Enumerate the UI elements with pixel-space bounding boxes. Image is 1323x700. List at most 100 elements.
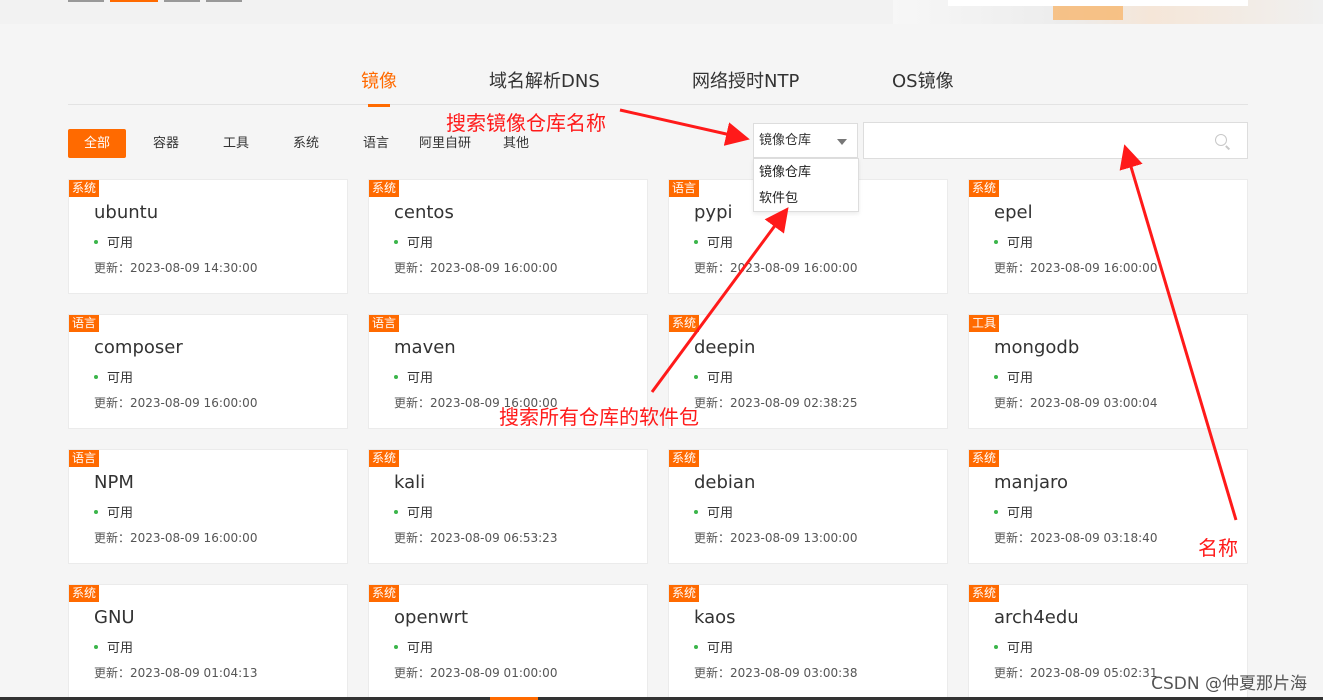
mirror-card[interactable]: 语言 composer 可用 更新：2023-08-09 16:00:00 xyxy=(68,314,348,429)
top-banner-strip xyxy=(0,0,1323,24)
mirror-name: composer xyxy=(94,337,183,358)
search-scope-selected: 镜像仓库 xyxy=(759,133,812,148)
status-dot-icon xyxy=(394,239,398,244)
category-badge: 系统 xyxy=(969,450,1000,467)
status-text: 可用 xyxy=(1007,641,1034,656)
mirror-name: maven xyxy=(394,337,456,358)
status-dot-icon xyxy=(394,644,398,649)
banner-illustration xyxy=(893,0,1323,24)
scope-option-repo[interactable]: 镜像仓库 xyxy=(754,160,858,186)
mirror-card[interactable]: 系统 centos 可用 更新：2023-08-09 16:00:00 xyxy=(368,179,648,294)
status-dot-icon xyxy=(394,509,398,514)
mirror-status: 可用 xyxy=(394,637,433,656)
scope-option-package[interactable]: 软件包 xyxy=(754,186,858,212)
status-text: 可用 xyxy=(1007,506,1034,521)
watermark: CSDN @仲夏那片海 xyxy=(1151,674,1307,694)
mirror-name: arch4edu xyxy=(994,607,1079,628)
status-text: 可用 xyxy=(107,641,134,656)
search-icon[interactable] xyxy=(1215,134,1227,146)
annotation-name: 名称 xyxy=(1198,536,1238,560)
mirror-updated: 更新：2023-08-09 05:02:31 xyxy=(994,666,1158,680)
category-badge: 系统 xyxy=(69,180,100,197)
banner-line xyxy=(206,0,242,2)
status-dot-icon xyxy=(94,509,98,514)
category-badge: 系统 xyxy=(969,180,1000,197)
mirror-name: pypi xyxy=(694,202,733,223)
mirror-status: 可用 xyxy=(94,637,133,656)
main-tabs: 镜像 域名解析DNS 网络授时NTP OS镜像 xyxy=(68,60,1248,107)
category-badge: 语言 xyxy=(69,315,100,332)
category-badge: 工具 xyxy=(969,315,1000,332)
mirror-status: 可用 xyxy=(994,502,1033,521)
status-text: 可用 xyxy=(1007,236,1034,251)
mirror-name: debian xyxy=(694,472,756,493)
status-text: 可用 xyxy=(707,506,734,521)
category-badge: 系统 xyxy=(369,180,400,197)
mirror-name: kaos xyxy=(694,607,736,628)
mirror-updated: 更新：2023-08-09 16:00:00 xyxy=(94,531,258,545)
mirror-status: 可用 xyxy=(694,367,733,386)
status-text: 可用 xyxy=(107,236,134,251)
mirror-card[interactable]: 系统 GNU 可用 更新：2023-08-09 01:04:13 xyxy=(68,584,348,699)
mirror-name: epel xyxy=(994,202,1033,223)
mirror-name: NPM xyxy=(94,472,134,493)
status-text: 可用 xyxy=(407,371,434,386)
filter-container[interactable]: 容器 xyxy=(153,129,179,158)
mirror-card[interactable]: 语言 NPM 可用 更新：2023-08-09 16:00:00 xyxy=(68,449,348,564)
mirror-card[interactable]: 系统 deepin 可用 更新：2023-08-09 02:38:25 xyxy=(668,314,948,429)
status-text: 可用 xyxy=(707,236,734,251)
tab-mirror[interactable]: 镜像 xyxy=(361,67,397,107)
mirror-status: 可用 xyxy=(994,367,1033,386)
mirror-updated: 更新：2023-08-09 02:38:25 xyxy=(694,396,858,410)
status-dot-icon xyxy=(94,239,98,244)
banner-line xyxy=(68,0,104,2)
filter-tools[interactable]: 工具 xyxy=(223,129,249,158)
mirror-name: openwrt xyxy=(394,607,469,628)
mirror-status: 可用 xyxy=(994,232,1033,251)
mirror-name: kali xyxy=(394,472,426,493)
mirror-status: 可用 xyxy=(94,232,133,251)
mirror-card[interactable]: 系统 kali 可用 更新：2023-08-09 06:53:23 xyxy=(368,449,648,564)
status-text: 可用 xyxy=(1007,371,1034,386)
status-dot-icon xyxy=(694,239,698,244)
status-dot-icon xyxy=(694,644,698,649)
mirror-updated: 更新：2023-08-09 03:00:38 xyxy=(694,666,858,680)
mirror-card[interactable]: 系统 ubuntu 可用 更新：2023-08-09 14:30:00 xyxy=(68,179,348,294)
tab-ntp[interactable]: 网络授时NTP xyxy=(692,67,799,93)
status-dot-icon xyxy=(694,374,698,379)
mirror-card[interactable]: 系统 openwrt 可用 更新：2023-08-09 01:00:00 xyxy=(368,584,648,699)
tab-dns[interactable]: 域名解析DNS xyxy=(489,67,600,93)
category-badge: 系统 xyxy=(369,450,400,467)
category-badge: 语言 xyxy=(69,450,100,467)
mirror-card[interactable]: 工具 mongodb 可用 更新：2023-08-09 03:00:04 xyxy=(968,314,1248,429)
status-dot-icon xyxy=(994,374,998,379)
mirror-card[interactable]: 系统 kaos 可用 更新：2023-08-09 03:00:38 xyxy=(668,584,948,699)
mirror-card[interactable]: 系统 epel 可用 更新：2023-08-09 16:00:00 xyxy=(968,179,1248,294)
mirror-updated: 更新：2023-08-09 01:04:13 xyxy=(94,666,258,680)
search-input[interactable] xyxy=(864,123,1204,158)
filter-language[interactable]: 语言 xyxy=(363,129,389,158)
status-text: 可用 xyxy=(707,641,734,656)
mirror-updated: 更新：2023-08-09 16:00:00 xyxy=(94,396,258,410)
banner-line-active xyxy=(110,0,158,2)
search-box xyxy=(863,122,1248,159)
mirror-name: centos xyxy=(394,202,454,223)
mirror-card[interactable]: 系统 debian 可用 更新：2023-08-09 13:00:00 xyxy=(668,449,948,564)
status-text: 可用 xyxy=(107,506,134,521)
category-badge: 系统 xyxy=(669,315,700,332)
status-dot-icon xyxy=(94,644,98,649)
banner-illustration-box xyxy=(948,0,1248,6)
mirror-updated: 更新：2023-08-09 03:18:40 xyxy=(994,531,1158,545)
chevron-down-icon xyxy=(837,139,847,145)
annotation-search-all-packages: 搜索所有仓库的软件包 xyxy=(499,405,699,429)
search-scope-select[interactable]: 镜像仓库 xyxy=(753,123,858,158)
tab-os-mirror[interactable]: OS镜像 xyxy=(892,67,954,93)
filter-system[interactable]: 系统 xyxy=(293,129,319,158)
banner-line xyxy=(164,0,200,2)
mirror-updated: 更新：2023-08-09 03:00:04 xyxy=(994,396,1158,410)
category-badge: 语言 xyxy=(669,180,700,197)
mirror-name: deepin xyxy=(694,337,756,358)
filter-all[interactable]: 全部 xyxy=(68,129,126,158)
annotation-search-repo-name: 搜索镜像仓库名称 xyxy=(446,111,606,135)
mirror-status: 可用 xyxy=(694,637,733,656)
